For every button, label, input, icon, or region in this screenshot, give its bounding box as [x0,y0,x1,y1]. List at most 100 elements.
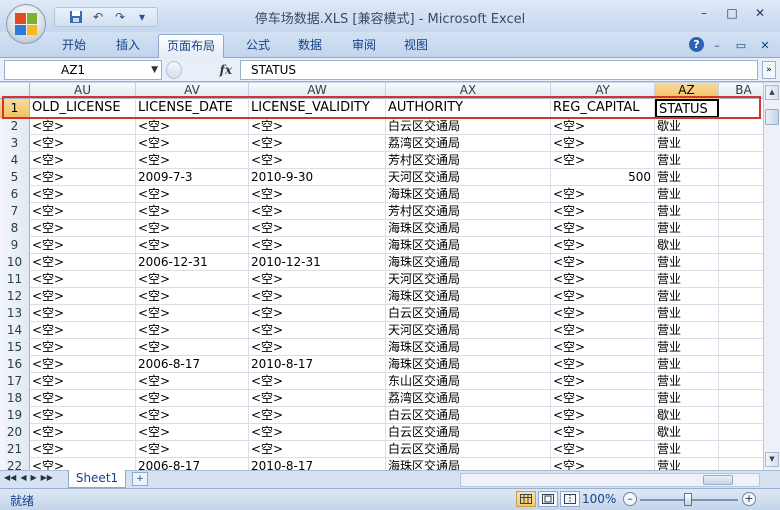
row-header[interactable]: 2 [0,118,30,135]
cell-ax[interactable]: 天河区交通局 [386,169,551,186]
zoom-in-button[interactable]: + [742,492,756,506]
cell-au[interactable]: <空> [30,152,136,169]
cell-ax[interactable]: 天河区交通局 [386,322,551,339]
tab-view[interactable]: 视图 [396,34,436,58]
cell-av[interactable]: <空> [136,407,249,424]
cell-au[interactable]: <空> [30,356,136,373]
cell-av[interactable]: 2006-8-17 [136,356,249,373]
cell-ax[interactable]: 天河区交通局 [386,271,551,288]
cell-az[interactable]: 营业 [655,356,719,373]
row-header[interactable]: 17 [0,373,30,390]
cell-av[interactable]: 2009-7-3 [136,169,249,186]
cell-az[interactable]: 营业 [655,203,719,220]
cell-ba[interactable] [719,424,763,441]
cell-ay[interactable]: <空> [551,407,655,424]
row-header[interactable]: 16 [0,356,30,373]
cell-av[interactable]: <空> [136,373,249,390]
cell-az[interactable]: 歇业 [655,424,719,441]
chevron-down-icon[interactable]: ▼ [151,61,158,79]
cell-ax[interactable]: 芳村区交通局 [386,203,551,220]
scroll-up-icon[interactable]: ▲ [765,85,779,100]
cell-ax[interactable]: 白云区交通局 [386,441,551,458]
cell-ax[interactable]: 荔湾区交通局 [386,135,551,152]
zoom-slider-thumb[interactable] [684,493,692,506]
cell-aw[interactable]: <空> [249,373,386,390]
insert-sheet-icon[interactable]: + [132,472,148,486]
worksheet-grid[interactable]: AU AV AW AX AY AZ BA 1 OLD_LICENSE LICENSE… [0,83,763,470]
cell-ay[interactable]: <空> [551,203,655,220]
cell-ax[interactable]: 海珠区交通局 [386,458,551,470]
cell-ay[interactable]: <空> [551,186,655,203]
cell-ay[interactable]: <空> [551,356,655,373]
cell-av[interactable]: <空> [136,220,249,237]
cell-av[interactable]: <空> [136,237,249,254]
cell-aw[interactable]: <空> [249,271,386,288]
row-header[interactable]: 14 [0,322,30,339]
cell-ay[interactable]: <空> [551,305,655,322]
cell-ba[interactable] [719,288,763,305]
column-header-au[interactable]: AU [30,83,136,99]
cell-au[interactable]: <空> [30,322,136,339]
minimize-button[interactable]: – [690,2,718,24]
cell-au[interactable]: <空> [30,424,136,441]
cell-ay[interactable]: <空> [551,322,655,339]
column-header-aw[interactable]: AW [249,83,386,99]
cell-ba[interactable] [719,152,763,169]
cell-ay[interactable]: <空> [551,458,655,470]
row-header[interactable]: 20 [0,424,30,441]
formula-resize-handle[interactable] [166,61,182,79]
cell-ba[interactable] [719,220,763,237]
row-header[interactable]: 9 [0,237,30,254]
cell-ba[interactable] [719,135,763,152]
cell-au[interactable]: <空> [30,441,136,458]
cell-ay[interactable]: <空> [551,339,655,356]
cell-ay[interactable]: <空> [551,288,655,305]
cell-aw[interactable]: <空> [249,135,386,152]
cell-av[interactable]: <空> [136,339,249,356]
cell-av[interactable]: <空> [136,135,249,152]
cell-av[interactable]: <空> [136,441,249,458]
row-header[interactable]: 22 [0,458,30,470]
zoom-out-button[interactable]: – [623,492,637,506]
cell-aw[interactable]: <空> [249,305,386,322]
first-sheet-icon[interactable]: ◀◀ [4,473,16,482]
tab-insert[interactable]: 插入 [108,34,148,58]
column-header-az[interactable]: AZ [655,83,719,99]
cell-av[interactable]: <空> [136,152,249,169]
cell-az[interactable]: 营业 [655,339,719,356]
cell-au[interactable]: <空> [30,254,136,271]
cell-az[interactable]: 营业 [655,169,719,186]
select-all-corner[interactable] [0,83,30,99]
cell-az[interactable]: 营业 [655,220,719,237]
tab-page-layout[interactable]: 页面布局 [158,34,225,58]
cell-ay[interactable]: <空> [551,424,655,441]
cell-ba[interactable] [719,118,763,135]
cell-ay[interactable]: <空> [551,220,655,237]
cell-ax[interactable]: 白云区交通局 [386,424,551,441]
cell-aw[interactable]: <空> [249,441,386,458]
cell-av[interactable]: <空> [136,186,249,203]
cell-av[interactable]: 2006-12-31 [136,254,249,271]
cell-au[interactable]: <空> [30,118,136,135]
cell-az[interactable]: 营业 [655,135,719,152]
cell-av[interactable]: <空> [136,424,249,441]
cell-aw[interactable]: <空> [249,424,386,441]
cell-av[interactable]: <空> [136,305,249,322]
cell-ba[interactable] [719,390,763,407]
help-icon[interactable]: ? [689,37,704,52]
row-header[interactable]: 11 [0,271,30,288]
cell-ba[interactable] [719,203,763,220]
name-box[interactable]: AZ1 ▼ [4,60,162,80]
cell-ba[interactable] [719,169,763,186]
cell-az[interactable]: 营业 [655,288,719,305]
cell-ba[interactable] [719,441,763,458]
cell-aw[interactable]: <空> [249,203,386,220]
next-sheet-icon[interactable]: ▶ [30,473,36,482]
zoom-level[interactable]: 100% [582,492,616,506]
cell-au[interactable]: <空> [30,237,136,254]
cell-az[interactable]: 营业 [655,458,719,470]
cell-ax[interactable]: 白云区交通局 [386,407,551,424]
cell-ba[interactable] [719,186,763,203]
cell-aw[interactable]: 2010-9-30 [249,169,386,186]
cell-az[interactable]: 营业 [655,152,719,169]
